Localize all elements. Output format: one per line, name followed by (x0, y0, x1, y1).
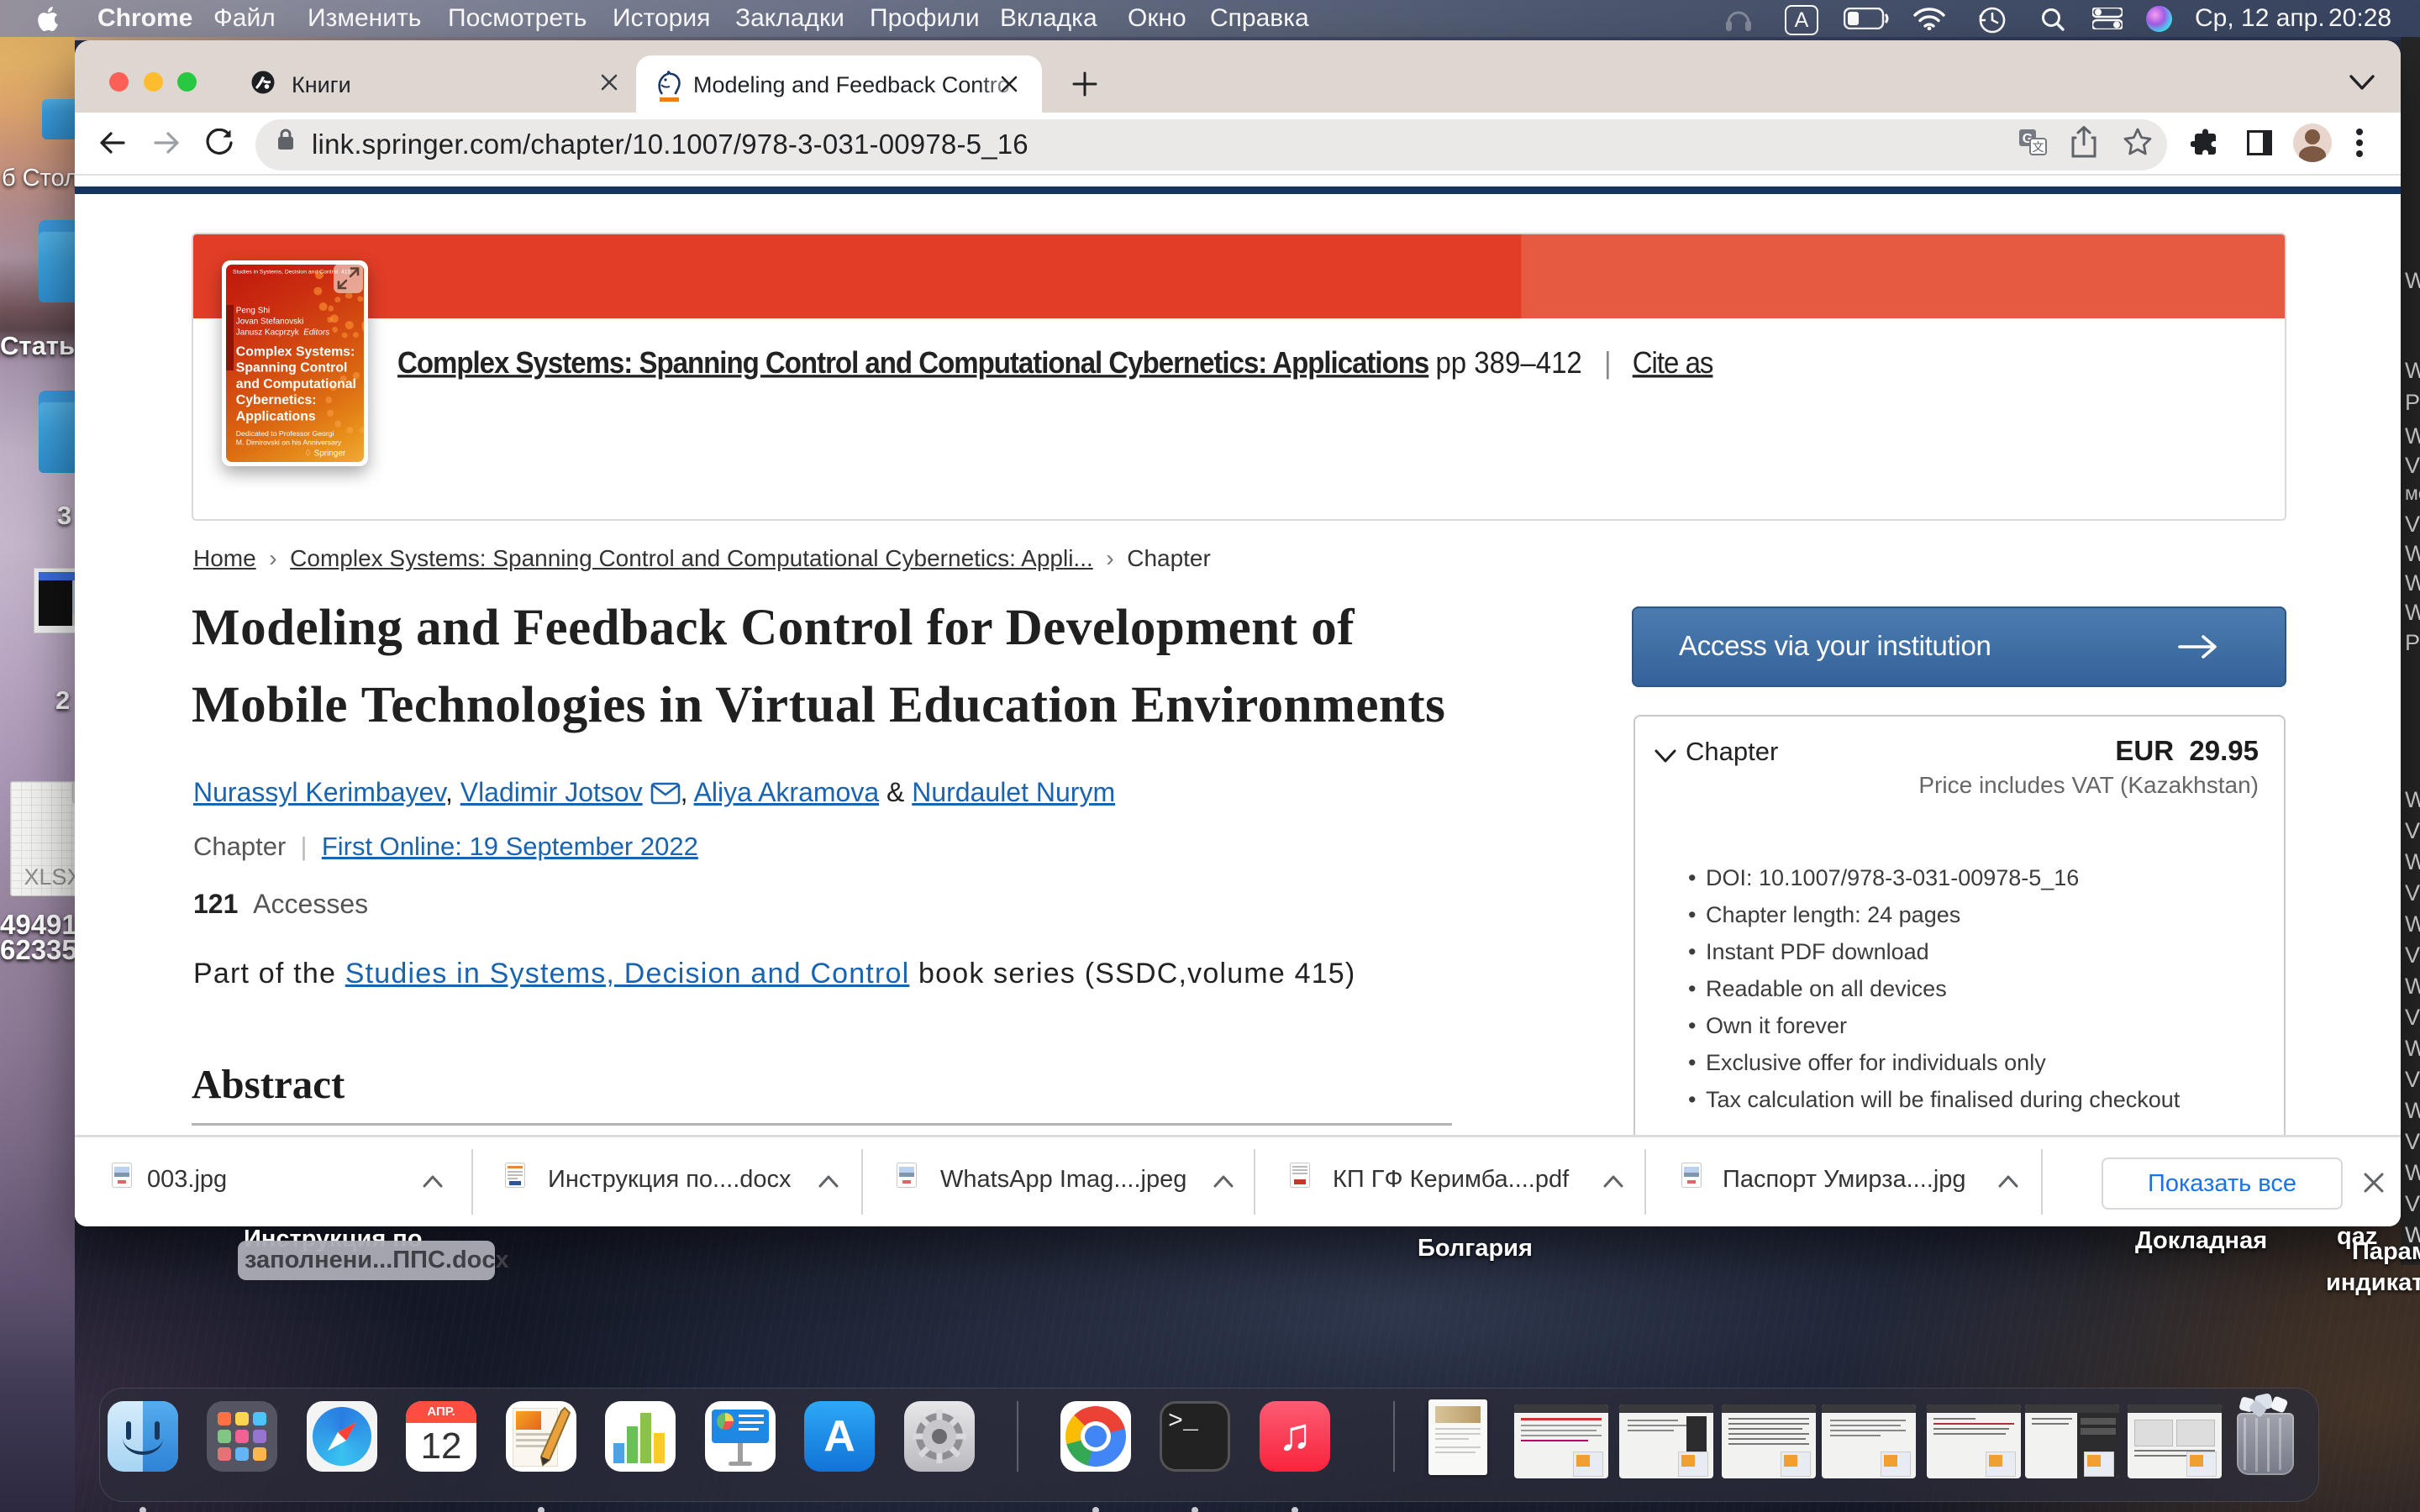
svg-text:文: 文 (2033, 140, 2044, 154)
